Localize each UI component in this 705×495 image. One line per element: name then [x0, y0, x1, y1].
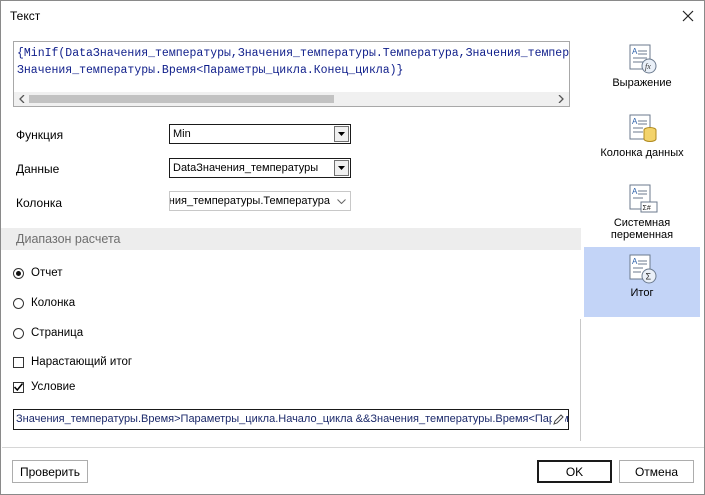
- system-variable-icon: A Σ#: [629, 184, 658, 213]
- running-total-checkbox[interactable]: Нарастающий итог: [13, 356, 132, 368]
- vertical-divider: [580, 319, 581, 441]
- ok-button[interactable]: OK: [537, 460, 612, 483]
- column-label: Колонка: [16, 196, 63, 210]
- cancel-button[interactable]: Отмена: [619, 460, 694, 483]
- checkbox-box[interactable]: [13, 356, 24, 368]
- data-select[interactable]: DataЗначения_температуры: [169, 158, 351, 178]
- expression-code: {MinIf(DataЗначения_температуры,Значения…: [17, 45, 570, 79]
- radio-button[interactable]: [13, 327, 24, 339]
- sidebar-item-system-variable[interactable]: A Σ# Системная переменная: [584, 177, 700, 247]
- expression-editor[interactable]: {MinIf(DataЗначения_температуры,Значения…: [13, 41, 570, 107]
- svg-text:A: A: [632, 117, 638, 126]
- chevron-left-icon: [19, 95, 25, 103]
- chevron-down-icon: [336, 198, 346, 204]
- radio-button[interactable]: [13, 297, 24, 309]
- column-select[interactable]: Значения_температуры.Температура: [169, 191, 351, 211]
- expression-line-2: Значения_температуры.Время<Параметры_цик…: [17, 64, 404, 77]
- column-dropdown-button[interactable]: [335, 195, 347, 207]
- svg-text:A: A: [632, 257, 638, 266]
- data-column-icon: A: [629, 114, 657, 142]
- total-icon: A Σ: [629, 254, 657, 284]
- window-title: Текст: [10, 9, 41, 23]
- function-dropdown-button[interactable]: [334, 126, 349, 142]
- chevron-down-icon: [338, 166, 345, 170]
- edit-pencil-icon[interactable]: [552, 413, 565, 426]
- range-section-title: Диапазон расчета: [16, 232, 121, 246]
- insert-panel: A fx Выражение A Колонка данных A Σ# Сис…: [584, 37, 700, 317]
- radio-button[interactable]: [13, 267, 24, 279]
- title-bar: Текст: [1, 1, 704, 32]
- condition-input[interactable]: Значения_температуры.Время>Параметры_цик…: [13, 409, 569, 430]
- close-button[interactable]: [676, 4, 700, 28]
- chevron-down-icon: [338, 132, 345, 136]
- function-value: Min: [173, 128, 191, 140]
- radio-report-label: Отчет: [31, 267, 63, 279]
- svg-text:fx: fx: [645, 62, 651, 71]
- range-section-header: Диапазон расчета: [1, 228, 581, 250]
- svg-text:A: A: [632, 187, 638, 196]
- scroll-right-arrow[interactable]: [555, 94, 567, 104]
- function-label: Функция: [16, 128, 64, 142]
- radio-selected-dot: [16, 270, 21, 276]
- svg-text:Σ#: Σ#: [643, 205, 651, 212]
- expression-line-1: {MinIf(DataЗначения_температуры,Значения…: [17, 47, 570, 60]
- radio-column[interactable]: Колонка: [13, 297, 75, 309]
- function-select[interactable]: Min: [169, 124, 351, 144]
- footer-divider: [2, 447, 704, 448]
- check-button[interactable]: Проверить: [12, 460, 88, 483]
- sidebar-item-label: Итог: [630, 287, 654, 299]
- expression-icon: A fx: [629, 44, 657, 74]
- sidebar-item-label: Выражение: [612, 77, 672, 89]
- sidebar-item-total[interactable]: A Σ Итог: [584, 247, 700, 317]
- radio-column-label: Колонка: [31, 297, 76, 309]
- radio-page-label: Страница: [31, 327, 84, 339]
- data-dropdown-button[interactable]: [334, 160, 349, 176]
- running-total-label: Нарастающий итог: [31, 356, 133, 368]
- dialog-window: Текст {MinIf(DataЗначения_температуры,Зн…: [0, 0, 705, 495]
- sidebar-item-label: Колонка данных: [600, 147, 684, 159]
- column-value: Значения_температуры.Температура: [169, 195, 330, 207]
- checkbox-box[interactable]: [13, 381, 24, 393]
- condition-value: Значения_температуры.Время>Параметры_цик…: [16, 413, 568, 425]
- data-value: DataЗначения_температуры: [173, 162, 319, 174]
- radio-report[interactable]: Отчет: [13, 267, 63, 279]
- condition-checkbox[interactable]: Условие: [13, 381, 75, 393]
- data-label: Данные: [16, 162, 60, 176]
- scroll-thumb[interactable]: [29, 95, 334, 103]
- horizontal-scrollbar[interactable]: [14, 92, 569, 106]
- condition-label: Условие: [31, 381, 76, 393]
- checkmark-icon: [14, 383, 23, 391]
- svg-text:A: A: [632, 47, 638, 56]
- chevron-right-icon: [558, 95, 564, 103]
- close-icon: [682, 10, 694, 22]
- svg-text:Σ: Σ: [646, 272, 652, 282]
- sidebar-item-data-column[interactable]: A Колонка данных: [584, 107, 700, 177]
- radio-page[interactable]: Страница: [13, 327, 83, 339]
- scroll-left-arrow[interactable]: [16, 94, 28, 104]
- sidebar-item-expression[interactable]: A fx Выражение: [584, 37, 700, 107]
- sidebar-item-label: Системная переменная: [610, 217, 674, 241]
